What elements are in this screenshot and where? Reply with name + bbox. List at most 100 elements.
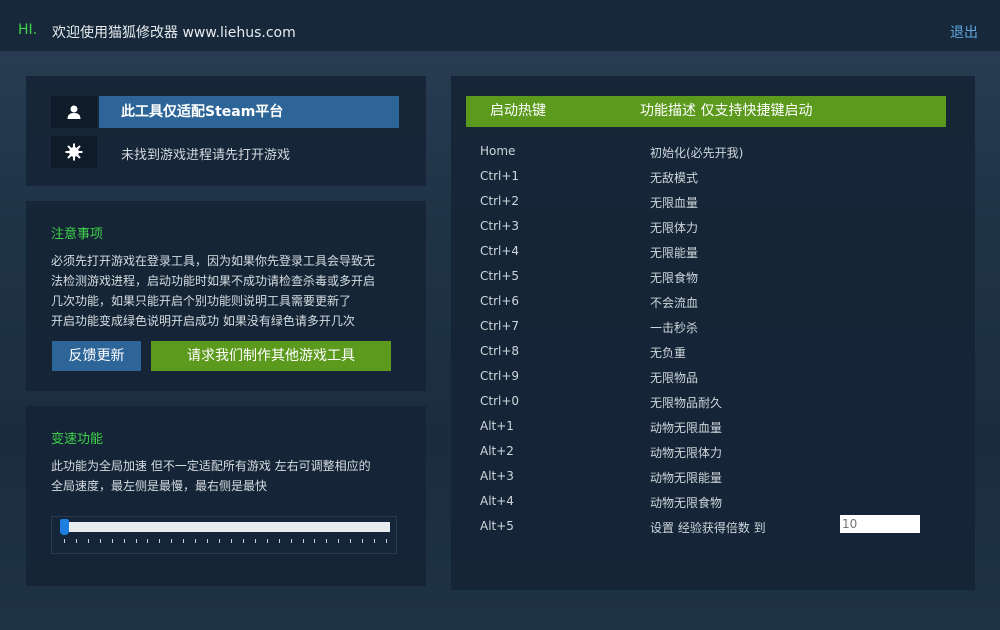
hotkey-desc: 无限体力 <box>650 221 699 235</box>
title-bar: HI. 欢迎使用猫狐修改器 www.liehus.com 退出 <box>0 0 1000 51</box>
hotkey-desc: 无负重 <box>650 346 687 360</box>
hotkey-row[interactable]: Ctrl+4 无限能量 <box>451 244 975 269</box>
slider-tick <box>350 539 352 543</box>
slider-thumb[interactable] <box>60 519 69 535</box>
hotkey-key: Ctrl+4 <box>480 244 520 258</box>
notice-line: 必须先打开游戏在登录工具，因为如果你先登录工具会导致无 <box>51 254 376 268</box>
gear-icon <box>51 136 97 168</box>
speed-heading: 变速功能 <box>51 432 104 447</box>
slider-tick <box>230 539 232 543</box>
steam-platform-banner: 此工具仅适配Steam平台 <box>99 96 399 128</box>
hotkey-row[interactable]: Home 初始化(必先开我) <box>451 144 975 169</box>
col-hotkey-header: 启动热键 <box>490 103 546 119</box>
slider-tick <box>219 539 221 543</box>
user-icon <box>51 96 97 128</box>
notice-line: 法检测游戏进程，启动功能时如果不成功请检查杀毒或多开启 <box>51 274 376 288</box>
slider-tick <box>111 539 113 543</box>
hotkey-desc: 初始化(必先开我) <box>650 146 744 160</box>
hotkey-key: Ctrl+0 <box>480 394 520 408</box>
slider-tick <box>171 539 173 543</box>
slider-tick <box>278 539 280 543</box>
exit-button[interactable]: 退出 <box>950 22 978 42</box>
hotkey-row[interactable]: Ctrl+2 无限血量 <box>451 194 975 219</box>
hotkey-key: Alt+5 <box>480 519 514 533</box>
hotkey-row[interactable]: Alt+1 动物无限血量 <box>451 419 975 444</box>
hotkey-desc: 一击秒杀 <box>650 321 699 335</box>
hotkey-row[interactable]: Alt+2 动物无限体力 <box>451 444 975 469</box>
slider-tick <box>314 539 316 543</box>
slider-tick <box>254 539 256 543</box>
hotkey-key: Ctrl+8 <box>480 344 520 358</box>
slider-tick <box>183 539 185 543</box>
slider-tick <box>362 539 364 543</box>
slider-tick <box>99 539 101 543</box>
feedback-update-button[interactable]: 反馈更新 <box>52 341 141 371</box>
hotkey-desc: 无限物品耐久 <box>650 396 723 410</box>
hotkey-table-header: 启动热键 功能描述 仅支持快捷键启动 <box>466 96 946 127</box>
slider-tick <box>386 539 387 543</box>
hotkey-row[interactable]: Alt+3 动物无限能量 <box>451 469 975 494</box>
hotkey-key: Ctrl+6 <box>480 294 520 308</box>
hotkey-key: Alt+4 <box>480 494 514 508</box>
hotkey-row[interactable]: Alt+5 设置 经验获得倍数 到 <box>451 515 975 544</box>
hotkey-key: Ctrl+9 <box>480 369 520 383</box>
hotkey-key: Ctrl+5 <box>480 269 520 283</box>
slider-tick <box>326 539 328 543</box>
hotkey-key: Alt+2 <box>480 444 514 458</box>
hotkey-key: Ctrl+1 <box>480 169 520 183</box>
slider-tick <box>123 539 125 543</box>
slider-tick <box>302 539 304 543</box>
exp-multiplier-input[interactable] <box>840 515 920 533</box>
hotkey-key: Ctrl+3 <box>480 219 520 233</box>
hotkey-key: Alt+1 <box>480 419 514 433</box>
slider-tick <box>159 539 161 543</box>
hotkey-row[interactable]: Ctrl+6 不会流血 <box>451 294 975 319</box>
hotkey-desc: 动物无限食物 <box>650 496 723 510</box>
slider-tick <box>338 539 340 543</box>
hi-label: HI. <box>18 22 38 38</box>
hotkey-panel: 启动热键 功能描述 仅支持快捷键启动 Home 初始化(必先开我) Ctrl+1 无敌… <box>451 76 975 590</box>
hotkey-desc: 动物无限体力 <box>650 446 723 460</box>
hotkey-desc: 动物无限血量 <box>650 421 723 435</box>
hotkey-row[interactable]: Ctrl+8 无负重 <box>451 344 975 369</box>
slider-tick <box>266 539 268 543</box>
hotkey-key: Ctrl+2 <box>480 194 520 208</box>
speed-line: 全局速度，最左侧是最慢，最右侧是最快 <box>51 479 268 493</box>
platform-panel: 此工具仅适配Steam平台 未找到游戏进程请先打开游戏 <box>26 76 426 186</box>
slider-tick <box>242 539 244 543</box>
hotkey-desc: 无限血量 <box>650 196 699 210</box>
hotkey-key: Home <box>480 144 516 158</box>
hotkey-row[interactable]: Ctrl+1 无敌模式 <box>451 169 975 194</box>
notice-panel: 注意事项 必须先打开游戏在登录工具，因为如果你先登录工具会导致无 法检测游戏进程… <box>26 201 426 391</box>
hotkey-key: Alt+3 <box>480 469 514 483</box>
slider-tick <box>195 539 197 543</box>
request-tool-button[interactable]: 请求我们制作其他游戏工具 <box>151 341 391 371</box>
slider-tick <box>135 539 137 543</box>
col-desc-header: 功能描述 仅支持快捷键启动 <box>640 103 813 119</box>
speed-panel: 变速功能 此功能为全局加速 但不一定适配所有游戏 左右可调整相应的 全局速度，最… <box>26 406 426 586</box>
slider-tick <box>147 539 149 543</box>
slider-tick <box>87 539 89 543</box>
hotkey-row[interactable]: Ctrl+5 无限食物 <box>451 269 975 294</box>
notice-heading: 注意事项 <box>51 227 104 242</box>
hotkey-row[interactable]: Ctrl+9 无限物品 <box>451 369 975 394</box>
speed-slider[interactable] <box>51 516 397 554</box>
hotkey-desc: 无限食物 <box>650 271 699 285</box>
hotkey-row[interactable]: Ctrl+7 一击秒杀 <box>451 319 975 344</box>
slider-track[interactable] <box>60 522 390 532</box>
notice-text: 必须先打开游戏在登录工具，因为如果你先登录工具会导致无 法检测游戏进程，启动功能… <box>51 251 411 331</box>
notice-line: 几次功能，如果只能开启个别功能则说明工具需要更新了 <box>51 294 352 308</box>
notice-line: 开启功能变成绿色说明开启成功 如果没有绿色请多开几次 <box>51 314 355 328</box>
slider-tick <box>64 539 65 543</box>
hotkey-desc: 不会流血 <box>650 296 699 310</box>
game-process-status: 未找到游戏进程请先打开游戏 <box>121 148 291 163</box>
hotkey-key: Ctrl+7 <box>480 319 520 333</box>
hotkey-desc: 无敌模式 <box>650 171 699 185</box>
hotkey-row[interactable]: Ctrl+0 无限物品耐久 <box>451 394 975 419</box>
app-title: 欢迎使用猫狐修改器 www.liehus.com <box>52 25 296 41</box>
hotkey-row[interactable]: Ctrl+3 无限体力 <box>451 219 975 244</box>
speed-line: 此功能为全局加速 但不一定适配所有游戏 左右可调整相应的 <box>51 459 371 473</box>
hotkey-desc: 无限能量 <box>650 246 699 260</box>
slider-tick <box>374 539 376 543</box>
slider-tick <box>75 539 77 543</box>
